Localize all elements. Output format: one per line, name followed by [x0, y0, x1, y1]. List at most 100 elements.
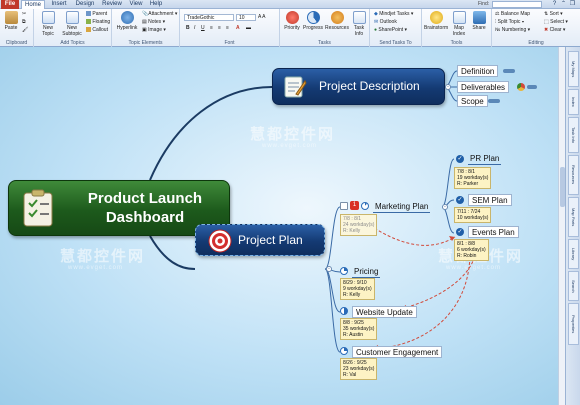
collapse-icon[interactable]: - — [445, 84, 451, 90]
tab-view[interactable]: View — [127, 0, 145, 9]
task-pane-tabs: My Maps Index Task Info Resources Map Pa… — [565, 47, 580, 405]
sharepoint-button[interactable]: ● SharePoint ▾ — [374, 27, 407, 34]
outlook-icon: ✉ — [374, 19, 379, 25]
align-right-icon[interactable]: ≡ — [226, 25, 229, 32]
format-painter-icon[interactable]: 🖌 — [22, 27, 28, 34]
tab-design[interactable]: Design — [73, 0, 97, 9]
parent-icon — [86, 11, 91, 17]
group-label: Tools — [450, 40, 463, 46]
subtopic-sem-plan[interactable]: SEM Plan — [468, 194, 512, 206]
pie-icon — [517, 83, 525, 91]
tab-insert[interactable]: Insert — [48, 0, 70, 9]
pane-tab-search[interactable]: Search — [568, 271, 579, 301]
progress-button[interactable]: Progress — [303, 11, 323, 31]
font-family-select[interactable]: TradeGothic — [184, 14, 234, 21]
sort-button[interactable]: ⇅ Sort ▾ — [544, 11, 563, 18]
cut-icon[interactable]: ✂ — [22, 11, 26, 18]
subtopic-deliverables[interactable]: Deliverables — [457, 81, 510, 93]
clear-button[interactable]: ✖ Clear ▾ — [544, 27, 565, 34]
pane-tab-task-info[interactable]: Task Info — [568, 117, 579, 153]
map-index-button[interactable]: Map Index — [449, 11, 469, 37]
progress-icon — [361, 202, 369, 210]
callout-button[interactable]: Callout — [86, 27, 108, 34]
balance-map-button[interactable]: ⚖ Balance Map — [495, 11, 530, 18]
pane-tab-my-maps[interactable]: My Maps — [568, 51, 579, 87]
topic-project-description[interactable]: Project Description — [272, 68, 445, 105]
group-label: Font — [224, 40, 235, 46]
group-tools: Brainstorm Map Index Share Tools — [422, 9, 492, 47]
subtopic-pricing[interactable]: Pricing — [352, 266, 381, 278]
tab-file[interactable]: File — [1, 0, 19, 9]
window-restore-icon[interactable]: ❐ — [569, 1, 576, 8]
floating-icon — [86, 19, 91, 25]
resources-button[interactable]: Resources — [325, 11, 349, 31]
split-topic-button[interactable]: ⫶ Split Topic ▾ — [495, 19, 524, 26]
subtopic-events-plan[interactable]: Events Plan — [468, 226, 519, 238]
numbering-button[interactable]: № Numbering ▾ — [495, 27, 530, 34]
collapse-icon[interactable]: - — [326, 266, 332, 272]
font-color-icon[interactable]: A — [236, 25, 240, 32]
outlook-button[interactable]: ✉ Outlook — [374, 19, 397, 26]
paste-button[interactable]: Paste — [2, 11, 20, 31]
subtopic-customer-engagement[interactable]: Customer Engagement — [352, 346, 443, 358]
mindjet-tasks-button[interactable]: ◆ Mindjet Tasks ▾ — [374, 11, 413, 18]
group-topic-elements: Hyperlink 📎Attachment ▾ ▤ Notes ▾ ▣ Imag… — [112, 9, 180, 47]
subtopic-definition[interactable]: Definition — [457, 65, 499, 77]
collapse-icon[interactable]: - — [442, 204, 448, 210]
tab-review[interactable]: Review — [100, 0, 124, 9]
notes-button[interactable]: ▤ Notes ▾ — [142, 19, 165, 26]
parent-button[interactable]: Parent — [86, 11, 107, 18]
topic-project-plan[interactable]: Project Plan — [195, 224, 325, 256]
map-canvas[interactable]: 慧都控件网 www.evget.com 慧都控件网 www.evget.com … — [0, 47, 558, 405]
balance-icon: ⚖ — [495, 11, 500, 17]
subtopic-website-update[interactable]: Website Update — [352, 306, 417, 318]
underline-icon[interactable]: U — [201, 25, 205, 32]
highlight-icon[interactable]: ▬ — [246, 25, 251, 32]
new-subtopic-button[interactable]: New Subtopic — [60, 11, 84, 37]
group-clipboard: Paste ✂ ⧉ 🖌 Clipboard — [0, 9, 34, 47]
new-topic-button[interactable]: New Topic — [38, 11, 58, 37]
italic-icon[interactable]: I — [194, 25, 195, 32]
new-subtopic-icon — [65, 11, 79, 24]
dependency-events-engagement — [371, 251, 471, 350]
find-input[interactable] — [492, 1, 542, 8]
pane-tab-properties[interactable]: Properties — [568, 303, 579, 345]
pane-tab-index[interactable]: Index — [568, 89, 579, 115]
checklist-clipboard-icon — [23, 189, 53, 227]
font-size-select[interactable]: 10 — [236, 14, 256, 21]
share-button[interactable]: Share — [470, 11, 488, 31]
minimize-ribbon-icon[interactable]: ⌃ — [560, 1, 567, 8]
sharepoint-icon: ● — [374, 27, 378, 33]
pane-tab-library[interactable]: Library — [568, 239, 579, 269]
bold-icon[interactable]: B — [186, 25, 190, 32]
notes-icon: ▤ — [142, 19, 147, 25]
help-icon[interactable]: ? — [551, 1, 558, 8]
progress-icon — [306, 11, 320, 24]
align-center-icon[interactable]: ≡ — [218, 25, 221, 32]
image-button[interactable]: ▣ Image ▾ — [142, 27, 166, 34]
pane-tab-map-parts[interactable]: Map Parts — [568, 197, 579, 237]
subtopic-marketing-plan[interactable]: Marketing Plan — [373, 201, 431, 213]
group-label: Add Topics — [60, 40, 85, 46]
progress-icon — [340, 347, 348, 355]
split-icon: ⫶ — [495, 19, 497, 25]
tab-help[interactable]: Help — [148, 0, 164, 9]
subtopic-scope[interactable]: Scope — [457, 95, 488, 107]
floating-button[interactable]: Floating — [86, 19, 110, 26]
select-button[interactable]: ⬚ Select ▾ — [544, 19, 568, 26]
group-label: Tasks — [318, 40, 331, 46]
brainstorm-button[interactable]: Brainstorm — [424, 11, 448, 31]
group-label: Send Tasks To — [379, 40, 412, 46]
vertical-scrollbar[interactable] — [558, 47, 565, 405]
hyperlink-button[interactable]: Hyperlink — [115, 11, 139, 31]
subtopic-pr-plan[interactable]: PR Plan — [468, 153, 502, 165]
copy-icon[interactable]: ⧉ — [22, 19, 26, 26]
priority-button[interactable]: Priority — [283, 11, 301, 31]
hyperlink-icon — [120, 11, 134, 24]
attachment-button[interactable]: 📎Attachment ▾ — [142, 11, 177, 18]
font-grow-icon[interactable]: A A — [258, 14, 266, 21]
task-info-button[interactable]: Task Info — [350, 11, 368, 37]
pane-tab-resources[interactable]: Resources — [568, 155, 579, 195]
align-left-icon[interactable]: ≡ — [210, 25, 213, 32]
task-info-website: 8/8 : 9/25 35 workday(s) R: Austin — [340, 318, 378, 340]
